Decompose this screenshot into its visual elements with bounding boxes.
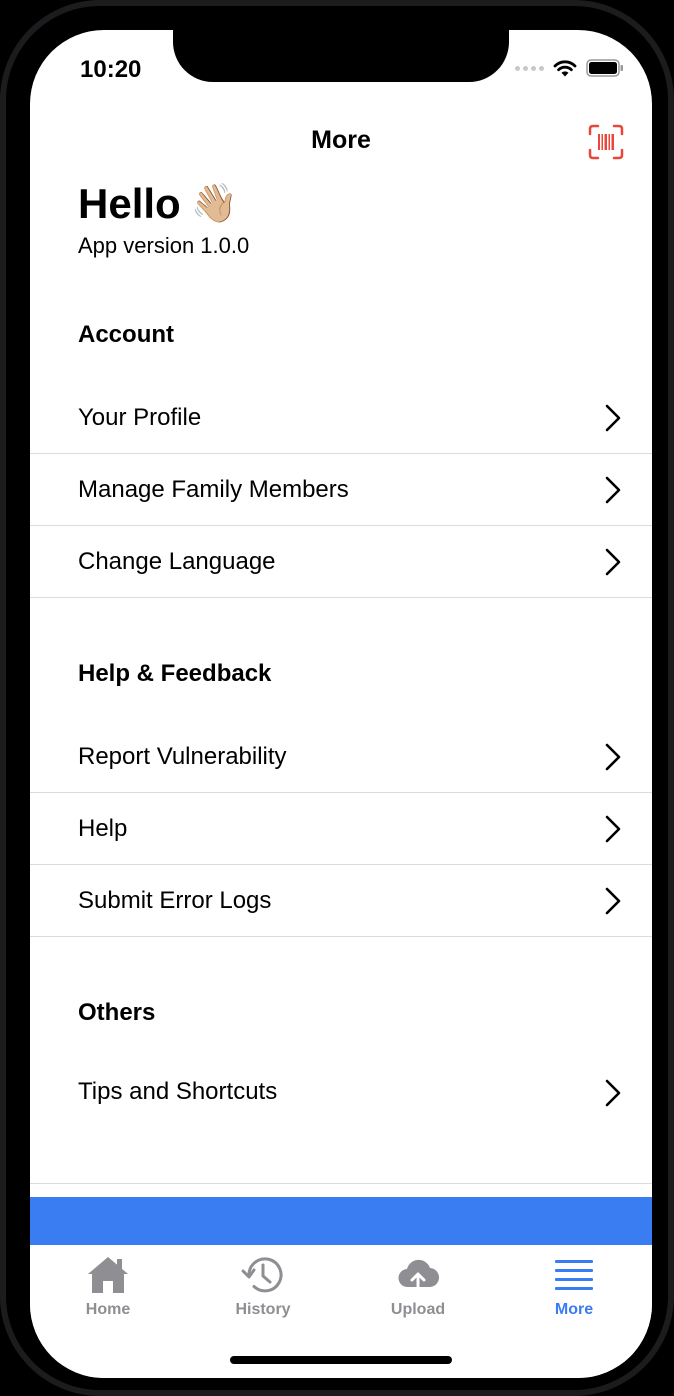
menu-item-label: Submit Error Logs	[78, 886, 272, 914]
screen: 10:20 More Hello 👋🏼 App version 1.0.0 Ac…	[30, 30, 652, 1378]
tab-label: Upload	[390, 1301, 446, 1318]
cellular-signal-icon	[515, 65, 544, 71]
chevron-right-icon	[605, 815, 621, 842]
chevron-right-icon	[605, 887, 621, 914]
battery-icon	[586, 59, 623, 77]
tab-more[interactable]: More	[514, 1253, 634, 1319]
barcode-scan-button[interactable]	[588, 124, 624, 160]
menu-item-label: Report Vulnerability	[78, 742, 287, 770]
status-time: 10:20	[80, 56, 142, 83]
status-indicators	[515, 58, 624, 78]
menu-item-report-vulnerability[interactable]: Report Vulnerability	[30, 721, 652, 793]
banner-bar	[30, 1197, 652, 1245]
menu-item-label: Help	[78, 814, 128, 842]
chevron-right-icon	[605, 548, 621, 575]
tab-upload[interactable]: Upload	[358, 1253, 478, 1319]
menu-item-submit-error-logs[interactable]: Submit Error Logs	[30, 865, 652, 937]
tab-home[interactable]: Home	[48, 1253, 168, 1319]
menu-item-your-profile[interactable]: Your Profile	[30, 382, 652, 454]
menu-item-change-language[interactable]: Change Language	[30, 526, 652, 598]
greeting-text: Hello	[78, 180, 181, 227]
greeting-title: Hello 👋🏼	[78, 180, 238, 228]
tab-history[interactable]: History	[203, 1253, 323, 1319]
home-indicator	[230, 1356, 452, 1364]
home-icon	[88, 1257, 128, 1293]
cloud-upload-icon	[398, 1259, 440, 1295]
menu-item-tips-and-shortcuts[interactable]: Tips and Shortcuts	[30, 1060, 652, 1184]
device-bezel: 10:20 More Hello 👋🏼 App version 1.0.0 Ac…	[6, 6, 668, 1390]
page-title: More	[311, 126, 371, 154]
history-icon	[241, 1257, 283, 1293]
tab-label: Home	[85, 1301, 131, 1318]
waving-hand-icon: 👋🏼	[190, 183, 239, 225]
menu-item-help[interactable]: Help	[30, 793, 652, 865]
menu-item-manage-family-members[interactable]: Manage Family Members	[30, 454, 652, 526]
chevron-right-icon	[605, 743, 621, 770]
menu-item-label: Your Profile	[78, 403, 202, 431]
tab-label: More	[554, 1301, 594, 1318]
chevron-right-icon	[605, 476, 621, 503]
chevron-right-icon	[605, 404, 621, 431]
barcode-scan-icon	[588, 124, 624, 160]
app-version: App version 1.0.0	[78, 233, 250, 258]
menu-item-label: Change Language	[78, 547, 276, 575]
menu-icon	[555, 1260, 593, 1290]
device-frame: 10:20 More Hello 👋🏼 App version 1.0.0 Ac…	[0, 0, 674, 1396]
wifi-icon	[553, 60, 577, 77]
tab-label: History	[235, 1301, 291, 1318]
chevron-right-icon	[605, 1079, 621, 1107]
section-title-others: Others	[78, 999, 156, 1026]
section-title-help-feedback: Help & Feedback	[78, 660, 272, 687]
menu-item-label: Tips and Shortcuts	[78, 1078, 278, 1105]
section-title-account: Account	[78, 321, 174, 348]
menu-item-label: Manage Family Members	[78, 475, 349, 503]
notch	[173, 30, 509, 82]
